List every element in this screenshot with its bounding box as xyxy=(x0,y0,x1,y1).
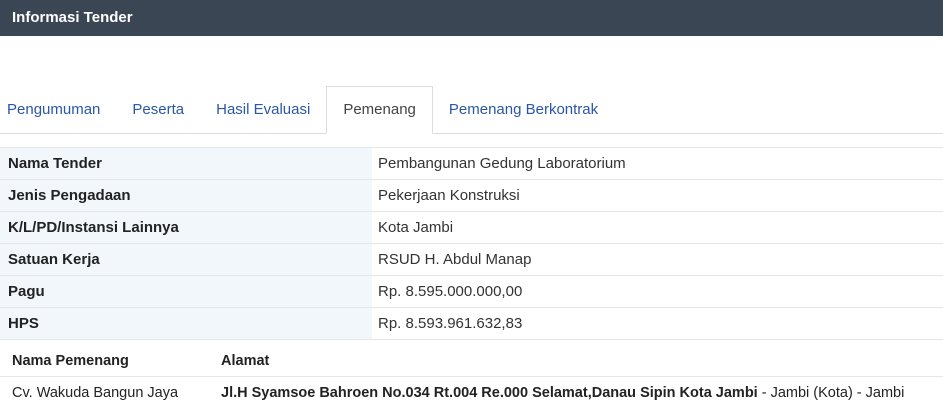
header-title: Informasi Tender xyxy=(12,9,133,26)
winner-address-region: - Jambi (Kota) - Jambi xyxy=(757,385,905,401)
table-row: Satuan Kerja RSUD H. Abdul Manap xyxy=(0,244,943,276)
table-row: Nama Tender Pembangunan Gedung Laborator… xyxy=(0,148,943,180)
tab-peserta[interactable]: Peserta xyxy=(116,87,200,133)
row-value: Kota Jambi xyxy=(378,219,454,236)
row-value: Pembangunan Gedung Laboratorium xyxy=(378,155,626,172)
row-label: Satuan Kerja xyxy=(0,244,372,275)
row-label: K/L/PD/Instansi Lainnya xyxy=(0,212,372,243)
table-row: Jenis Pengadaan Pekerjaan Konstruksi xyxy=(0,180,943,212)
column-header-name: Nama Pemenang xyxy=(12,353,129,369)
tender-info-table: Nama Tender Pembangunan Gedung Laborator… xyxy=(0,147,943,340)
row-label: Nama Tender xyxy=(0,148,372,179)
winner-address: Jl.H Syamsoe Bahroen No.034 Rt.004 Re.00… xyxy=(221,377,943,409)
row-value: RSUD H. Abdul Manap xyxy=(378,251,532,268)
table-row: K/L/PD/Instansi Lainnya Kota Jambi xyxy=(0,212,943,244)
row-value: Rp. 8.593.961.632,83 xyxy=(378,315,523,332)
winner-name: Cv. Wakuda Bangun Jaya xyxy=(12,385,179,401)
column-header-address: Alamat xyxy=(221,353,270,369)
row-label: Jenis Pengadaan xyxy=(0,180,372,211)
table-row: Cv. Wakuda Bangun Jaya Jl.H Syamsoe Bahr… xyxy=(0,377,943,409)
tab-hasil-evaluasi[interactable]: Hasil Evaluasi xyxy=(200,87,326,133)
tab-pemenang[interactable]: Pemenang xyxy=(326,86,433,134)
row-value: Pekerjaan Konstruksi xyxy=(378,187,520,204)
tab-bar: Pengumuman Peserta Hasil Evaluasi Pemena… xyxy=(0,86,943,134)
winner-table: Nama Pemenang Alamat Cv. Wakuda Bangun J… xyxy=(0,346,943,409)
table-row: HPS Rp. 8.593.961.632,83 xyxy=(0,308,943,340)
row-label: Pagu xyxy=(0,276,372,307)
winner-table-header: Nama Pemenang Alamat xyxy=(0,346,943,377)
row-label: HPS xyxy=(0,308,372,339)
tab-pengumuman[interactable]: Pengumuman xyxy=(0,87,116,133)
tab-pemenang-berkontrak[interactable]: Pemenang Berkontrak xyxy=(433,87,614,133)
page-header: Informasi Tender xyxy=(0,0,943,36)
row-value: Rp. 8.595.000.000,00 xyxy=(378,283,523,300)
winner-address-street: Jl.H Syamsoe Bahroen No.034 Rt.004 Re.00… xyxy=(221,385,758,401)
table-row: Pagu Rp. 8.595.000.000,00 xyxy=(0,276,943,308)
